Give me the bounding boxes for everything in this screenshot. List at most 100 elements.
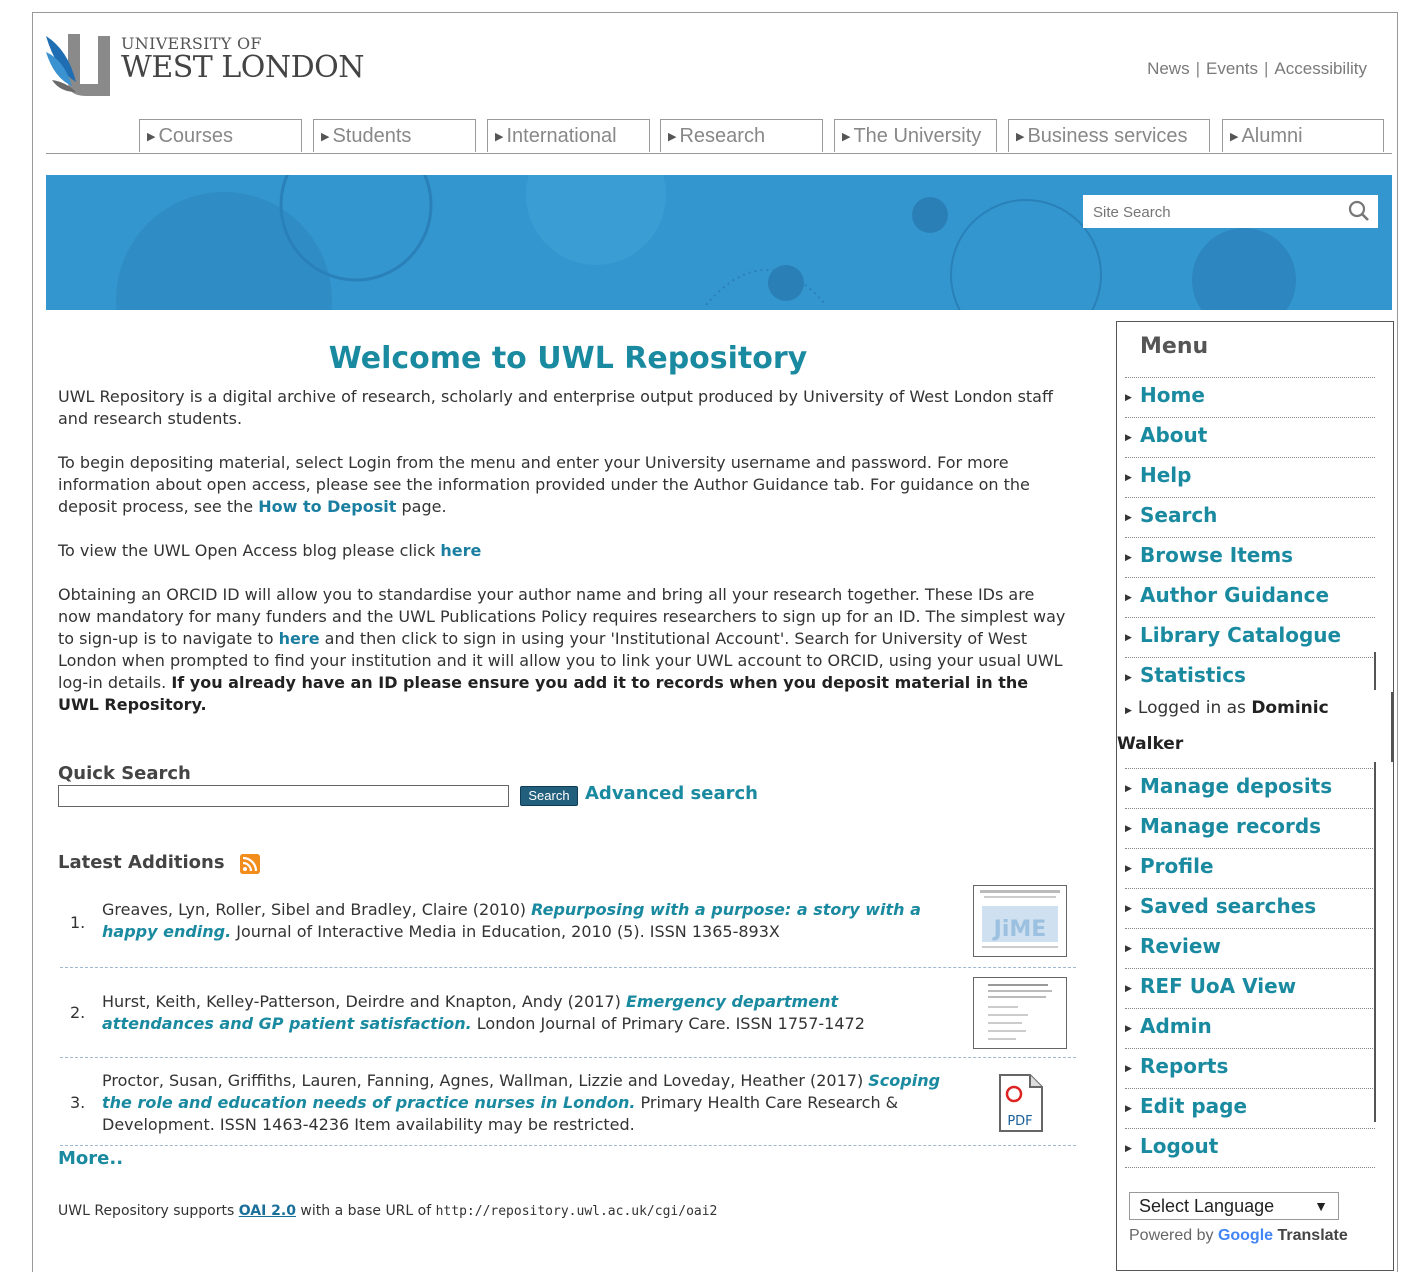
- item-thumbnail[interactable]: [973, 977, 1067, 1049]
- sidebar-item-label[interactable]: Library Catalogue: [1140, 623, 1341, 647]
- sidebar-item-saved-searches[interactable]: ▶ Saved searches: [1125, 888, 1375, 928]
- triangle-right-icon: ▶: [1230, 131, 1239, 143]
- scroll-indicator: [1374, 652, 1376, 690]
- sidebar-item-label[interactable]: Help: [1140, 463, 1191, 487]
- university-logo[interactable]: UNIVERSITY OF WEST LONDON: [46, 30, 366, 100]
- orcid-here-link[interactable]: here: [279, 629, 320, 648]
- nav-business-services[interactable]: ▶ Business services: [1008, 119, 1210, 152]
- sidebar-item-help[interactable]: ▶ Help: [1125, 457, 1375, 497]
- nav-research[interactable]: ▶ Research: [660, 119, 823, 152]
- blog-text: To view the UWL Open Access blog please …: [58, 541, 441, 560]
- more-link[interactable]: More..: [58, 1148, 123, 1169]
- sidebar-item-statistics[interactable]: ▶ Statistics: [1125, 657, 1375, 697]
- deposit-text-end: page.: [396, 497, 447, 516]
- sidebar-item-label[interactable]: REF UoA View: [1140, 974, 1296, 998]
- triangle-right-icon: ▶: [668, 131, 677, 143]
- triangle-right-icon: ▶: [1125, 513, 1132, 523]
- item-thumbnail[interactable]: JiME: [973, 885, 1067, 957]
- advanced-search-link[interactable]: Advanced search: [585, 783, 758, 804]
- nav-courses[interactable]: ▶ Courses: [139, 119, 302, 152]
- list-item: 1. Greaves, Lyn, Roller, Sibel and Bradl…: [60, 883, 1076, 968]
- logged-in-prefix: Logged in as: [1137, 698, 1252, 718]
- item-number: 3.: [70, 1093, 86, 1112]
- sidebar-item-label[interactable]: Review: [1140, 934, 1221, 958]
- quick-search-label: Quick Search: [58, 763, 191, 784]
- sidebar-item-edit-page[interactable]: ▶ Edit page: [1125, 1088, 1375, 1128]
- sidebar-item-search[interactable]: ▶ Search: [1125, 497, 1375, 537]
- nav-label: Business services: [1027, 125, 1188, 147]
- item-number: 2.: [70, 1003, 86, 1022]
- events-link[interactable]: Events: [1206, 59, 1258, 78]
- separator: |: [1195, 59, 1200, 78]
- news-link[interactable]: News: [1147, 59, 1190, 78]
- blog-here-link[interactable]: here: [440, 541, 481, 560]
- nav-label: International: [506, 125, 617, 147]
- powered-by-google: Powered by Google Translate: [1129, 1227, 1348, 1245]
- quick-search-button[interactable]: Search: [520, 786, 578, 806]
- language-select-value: Select Language: [1139, 1196, 1275, 1216]
- sidebar-item-library-catalogue[interactable]: ▶ Library Catalogue: [1125, 617, 1375, 657]
- uwl-logo-icon: [46, 34, 110, 96]
- sidebar-item-label[interactable]: Admin: [1140, 1014, 1212, 1038]
- sidebar-item-label[interactable]: Saved searches: [1140, 894, 1316, 918]
- sidebar-item-label[interactable]: Manage records: [1140, 814, 1321, 838]
- sidebar-item-manage-records[interactable]: ▶ Manage records: [1125, 808, 1375, 848]
- logged-in-user-first: Dominic: [1251, 698, 1329, 718]
- sidebar-item-browse-items[interactable]: ▶ Browse Items: [1125, 537, 1375, 577]
- accessibility-link[interactable]: Accessibility: [1274, 59, 1367, 78]
- triangle-right-icon: ▶: [842, 131, 851, 143]
- site-search-box[interactable]: [1083, 195, 1378, 228]
- sidebar-item-label[interactable]: Profile: [1140, 854, 1214, 878]
- sidebar-item-logout[interactable]: ▶ Logout: [1125, 1128, 1375, 1168]
- nav-the-university[interactable]: ▶ The University: [834, 119, 997, 152]
- sidebar-item-about[interactable]: ▶ About: [1125, 417, 1375, 457]
- pdf-icon[interactable]: PDF: [996, 1073, 1046, 1135]
- translate-link[interactable]: Translate: [1278, 1227, 1348, 1244]
- search-icon[interactable]: [1348, 200, 1370, 222]
- oai-link[interactable]: OAI 2.0: [239, 1203, 296, 1219]
- triangle-right-icon: ▶: [1125, 1104, 1132, 1114]
- triangle-right-icon: ▶: [1125, 944, 1132, 954]
- language-select[interactable]: Select Language ▼: [1129, 1192, 1339, 1220]
- nav-students[interactable]: ▶ Students: [313, 119, 476, 152]
- oai-text: UWL Repository supports: [58, 1203, 239, 1219]
- triangle-right-icon: ▶: [1125, 706, 1132, 716]
- nav-label: Students: [332, 125, 412, 147]
- triangle-right-icon: ▶: [147, 131, 156, 143]
- sidebar-item-home[interactable]: ▶ Home: [1125, 377, 1375, 417]
- sidebar-item-reports[interactable]: ▶ Reports: [1125, 1048, 1375, 1088]
- nav-alumni[interactable]: ▶ Alumni: [1222, 119, 1384, 152]
- sidebar-item-manage-deposits[interactable]: ▶ Manage deposits: [1125, 768, 1375, 808]
- sidebar-item-label[interactable]: About: [1140, 423, 1207, 447]
- latest-additions-heading: Latest Additions: [58, 852, 225, 873]
- rss-icon[interactable]: [240, 854, 260, 874]
- sidebar-item-label[interactable]: Search: [1140, 503, 1217, 527]
- sidebar-item-label[interactable]: Reports: [1140, 1054, 1228, 1078]
- triangle-right-icon: ▶: [1016, 131, 1025, 143]
- sidebar-item-label[interactable]: Edit page: [1140, 1094, 1247, 1118]
- site-search-input[interactable]: [1091, 201, 1335, 223]
- triangle-right-icon: ▶: [495, 131, 504, 143]
- oai-url: http://repository.uwl.ac.uk/cgi/oai2: [435, 1204, 718, 1219]
- powered-by-text: Powered by: [1129, 1227, 1218, 1244]
- sidebar-item-ref-uoa-view[interactable]: ▶ REF UoA View: [1125, 968, 1375, 1008]
- sidebar-item-profile[interactable]: ▶ Profile: [1125, 848, 1375, 888]
- triangle-right-icon: ▶: [1125, 553, 1132, 563]
- triangle-right-icon: ▶: [1125, 784, 1132, 794]
- sidebar-item-label[interactable]: Browse Items: [1140, 543, 1293, 567]
- sidebar-item-author-guidance[interactable]: ▶ Author Guidance: [1125, 577, 1375, 617]
- item-authors: Proctor, Susan, Griffiths, Lauren, Fanni…: [102, 1071, 869, 1090]
- sidebar-item-label[interactable]: Statistics: [1140, 663, 1246, 687]
- oai-text-2: with a base URL of: [295, 1203, 436, 1219]
- scroll-indicator: [1374, 762, 1376, 1122]
- sidebar-item-review[interactable]: ▶ Review: [1125, 928, 1375, 968]
- how-to-deposit-link[interactable]: How to Deposit: [258, 497, 396, 516]
- triangle-right-icon: ▶: [1125, 433, 1132, 443]
- quick-search-input[interactable]: [58, 785, 509, 807]
- nav-international[interactable]: ▶ International: [487, 119, 650, 152]
- sidebar-item-label[interactable]: Home: [1140, 383, 1205, 407]
- sidebar-item-label[interactable]: Manage deposits: [1140, 774, 1332, 798]
- sidebar-item-admin[interactable]: ▶ Admin: [1125, 1008, 1375, 1048]
- sidebar-item-label[interactable]: Logout: [1140, 1134, 1218, 1158]
- sidebar-item-label[interactable]: Author Guidance: [1140, 583, 1329, 607]
